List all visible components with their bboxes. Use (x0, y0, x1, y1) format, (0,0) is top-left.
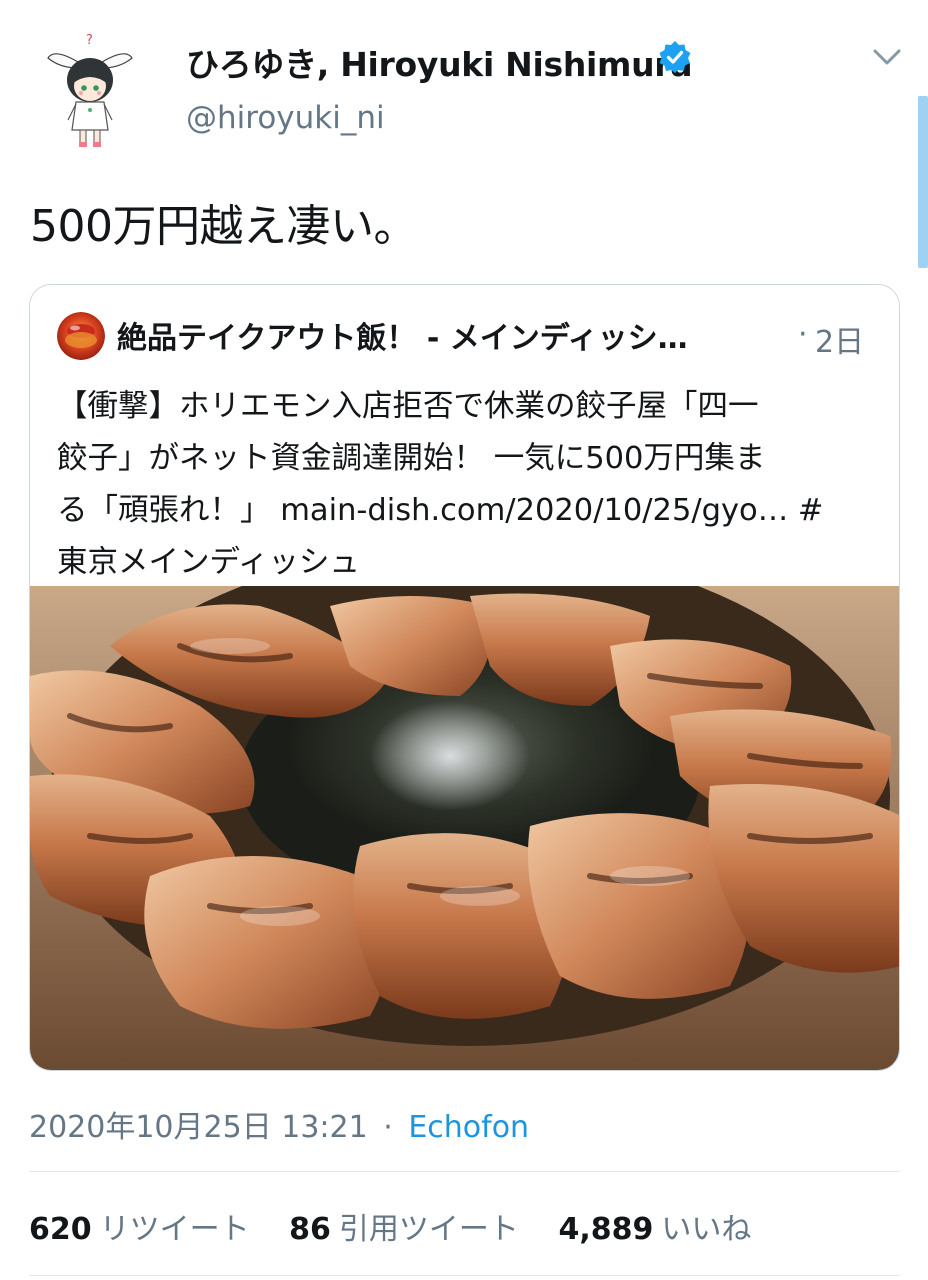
divider (29, 1275, 900, 1276)
meta-separator: · (383, 1110, 393, 1145)
divider (29, 1171, 900, 1172)
quoted-text-line: る「頑張れ！」 main-dish.com/2020/10/25/gyo… # (57, 493, 824, 528)
tweet-text: 500万円越え凄い。 (30, 201, 417, 252)
likes-label: いいね (661, 1212, 752, 1247)
author-avatar[interactable]: ? (40, 28, 140, 152)
likes-stat[interactable]: 4,889 いいね (558, 1204, 751, 1248)
likes-count: 4,889 (558, 1212, 654, 1247)
quoted-separator: · (798, 317, 808, 352)
quoted-text-line: 【衝撃】ホリエモン入店拒否で休業の餃子屋「四一 (57, 389, 759, 424)
quoted-tweet-card[interactable]: 絶品テイクアウト飯！ - メインディッシ… · 2日 【衝撃】ホリエモン入店拒否… (29, 284, 900, 1071)
quoted-account-avatar (57, 312, 105, 360)
quoted-text: 【衝撃】ホリエモン入店拒否で休業の餃子屋「四一 餃子」がネット資金調達開始！ 一… (57, 381, 877, 589)
quoted-time: 2日 (815, 325, 865, 360)
quoted-account-name: 絶品テイクアウト飯！ - メインディッシ… (117, 321, 688, 356)
retweets-count: 620 (29, 1212, 92, 1247)
chevron-down-icon[interactable] (872, 46, 902, 68)
quote-tweets-stat[interactable]: 86 引用ツイート (289, 1204, 519, 1248)
tweet-timestamp[interactable]: 2020年10月25日 13:21 (29, 1110, 368, 1145)
author-handle[interactable]: @hiroyuki_ni (186, 100, 385, 136)
author-display-name[interactable]: ひろゆき, Hiroyuki Nishimura (186, 38, 693, 86)
scrollbar[interactable] (918, 96, 928, 268)
tweet-stats: 620 リツイート 86 引用ツイート 4,889 いいね (29, 1204, 781, 1248)
gyoza-photo[interactable] (30, 586, 900, 1071)
tweet-client-link[interactable]: Echofon (408, 1110, 529, 1145)
tweet-meta: 2020年10月25日 13:21 · Echofon (29, 1102, 529, 1146)
quote-tweets-count: 86 (289, 1212, 331, 1247)
retweets-stat[interactable]: 620 リツイート (29, 1204, 250, 1248)
verified-badge-icon (659, 41, 691, 73)
quote-tweets-label: 引用ツイート (338, 1212, 519, 1247)
retweets-label: リツイート (99, 1212, 250, 1247)
svg-text:?: ? (86, 33, 93, 48)
quoted-text-line: 東京メインディッシュ (57, 545, 360, 580)
quoted-text-line: 餃子」がネット資金調達開始！ 一気に500万円集ま (57, 441, 766, 476)
